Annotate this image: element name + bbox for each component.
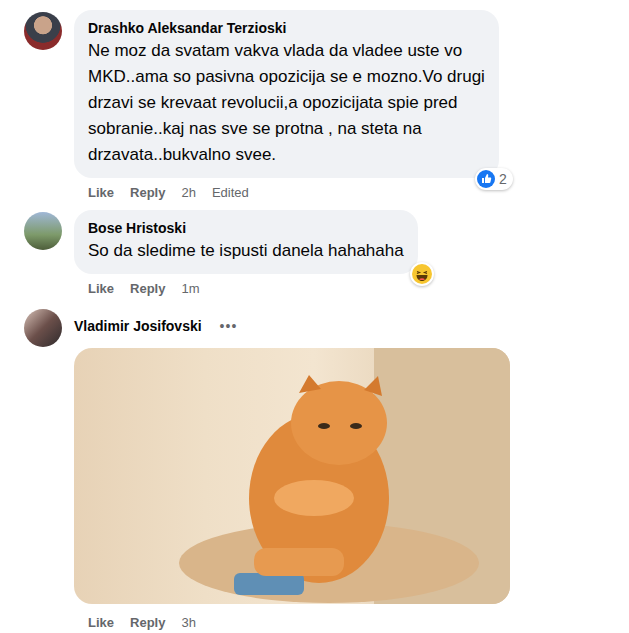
comment-actions: Like Reply 2h Edited [74,182,499,202]
comment-time[interactable]: 3h [181,615,195,630]
reply-button[interactable]: Reply [130,615,165,630]
reaction-badge[interactable] [410,262,434,286]
author-name[interactable]: Bose Hristoski [88,218,404,238]
comment-text: drzavata..bukvalno svee. [88,142,485,168]
like-button[interactable]: Like [88,615,114,630]
gif-image[interactable] [74,348,510,604]
comment-text: sobranie..kaj nas sve se protna , na ste… [88,116,485,142]
comment-text: Ne moz da svatam vakva vlada da vladee u… [88,38,485,64]
comment-time[interactable]: 2h [181,185,195,200]
reply-button[interactable]: Reply [130,281,165,296]
comment-list: Drashko Aleksandar TerzioskiNe moz da sv… [0,0,629,633]
comment-body: Drashko Aleksandar TerzioskiNe moz da sv… [74,10,499,202]
like-icon [477,170,495,188]
comment-actions: Like Reply 3h [74,612,510,632]
author-name[interactable]: Vladimir Josifovski [74,316,202,336]
like-button[interactable]: Like [88,281,114,296]
comment-text: drzavi se krevaat revolucii,a opozicijat… [88,90,485,116]
edited-label: Edited [212,185,249,200]
comment-time[interactable]: 1m [181,281,199,296]
comment-body: Bose HristoskiSo da sledime te ispusti d… [74,210,418,298]
reaction-count: 2 [499,171,507,187]
comment: Vladimir Josifovski ••• Like Reply 3h [0,308,629,632]
reply-button[interactable]: Reply [130,185,165,200]
haha-emoji-icon [412,264,432,284]
avatar-icon[interactable] [24,309,62,347]
name-row: Vladimir Josifovski ••• [74,314,510,338]
comment: Bose HristoskiSo da sledime te ispusti d… [0,210,629,298]
comment-text: MKD..ama so pasivna opozicija se e mozno… [88,64,485,90]
avatar-icon[interactable] [24,212,62,250]
like-button[interactable]: Like [88,185,114,200]
author-name[interactable]: Drashko Aleksandar Terzioski [88,18,485,38]
comment-text: So da sledime te ispusti danela hahahaha [88,238,404,264]
avatar-icon[interactable] [24,12,62,50]
more-options-button[interactable]: ••• [220,318,238,334]
comment: Drashko Aleksandar TerzioskiNe moz da sv… [0,10,629,202]
reaction-badge[interactable]: 2 [475,168,513,190]
comment-bubble: Drashko Aleksandar TerzioskiNe moz da sv… [74,10,499,178]
comment-body: Vladimir Josifovski ••• Like Reply 3h [74,308,510,632]
comment-bubble: Bose HristoskiSo da sledime te ispusti d… [74,210,418,274]
comment-actions: Like Reply 1m [74,278,418,298]
